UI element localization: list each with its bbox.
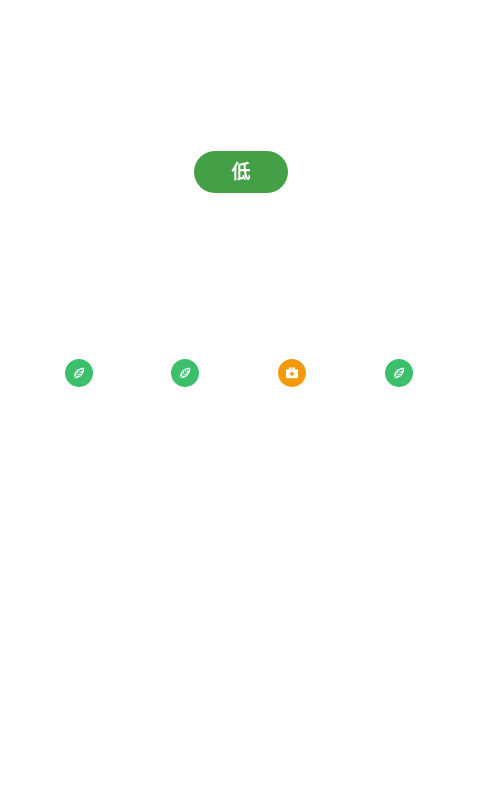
level-badge: 低 bbox=[194, 151, 288, 193]
leaf-icon bbox=[171, 359, 199, 387]
indicator-icon-row bbox=[0, 359, 480, 387]
medical-kit-icon bbox=[278, 359, 306, 387]
leaf-icon bbox=[385, 359, 413, 387]
leaf-icon bbox=[65, 359, 93, 387]
